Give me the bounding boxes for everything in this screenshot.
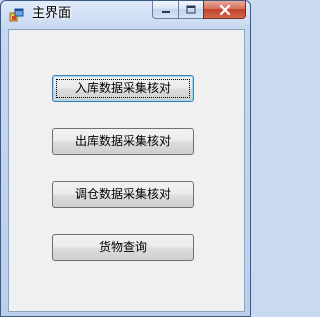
close-button[interactable]	[203, 1, 246, 19]
transfer-check-button[interactable]: 调仓数据采集核对	[52, 181, 194, 208]
title-bar[interactable]: 主界面	[1, 1, 250, 29]
app-window-icon	[9, 7, 25, 23]
minimize-button[interactable]	[152, 1, 178, 19]
inbound-check-button[interactable]: 入库数据采集核对	[52, 75, 194, 102]
close-icon	[219, 4, 230, 15]
maximize-icon	[186, 5, 196, 14]
goods-query-button[interactable]: 货物查询	[52, 234, 194, 261]
transfer-check-label: 调仓数据采集核对	[74, 187, 171, 201]
minimize-icon	[161, 10, 170, 13]
caption-buttons	[152, 1, 246, 20]
main-window: 主界面 入库数据采集核对 出库数据采集核对 调仓数据采集核对 货物查询	[0, 0, 251, 317]
client-area: 入库数据采集核对 出库数据采集核对 调仓数据采集核对 货物查询	[8, 29, 245, 312]
goods-query-label: 货物查询	[98, 240, 147, 254]
maximize-button[interactable]	[178, 1, 203, 19]
focus-ring	[56, 79, 190, 98]
window-title: 主界面	[32, 6, 72, 21]
outbound-check-label: 出库数据采集核对	[74, 134, 171, 148]
outbound-check-button[interactable]: 出库数据采集核对	[52, 128, 194, 155]
